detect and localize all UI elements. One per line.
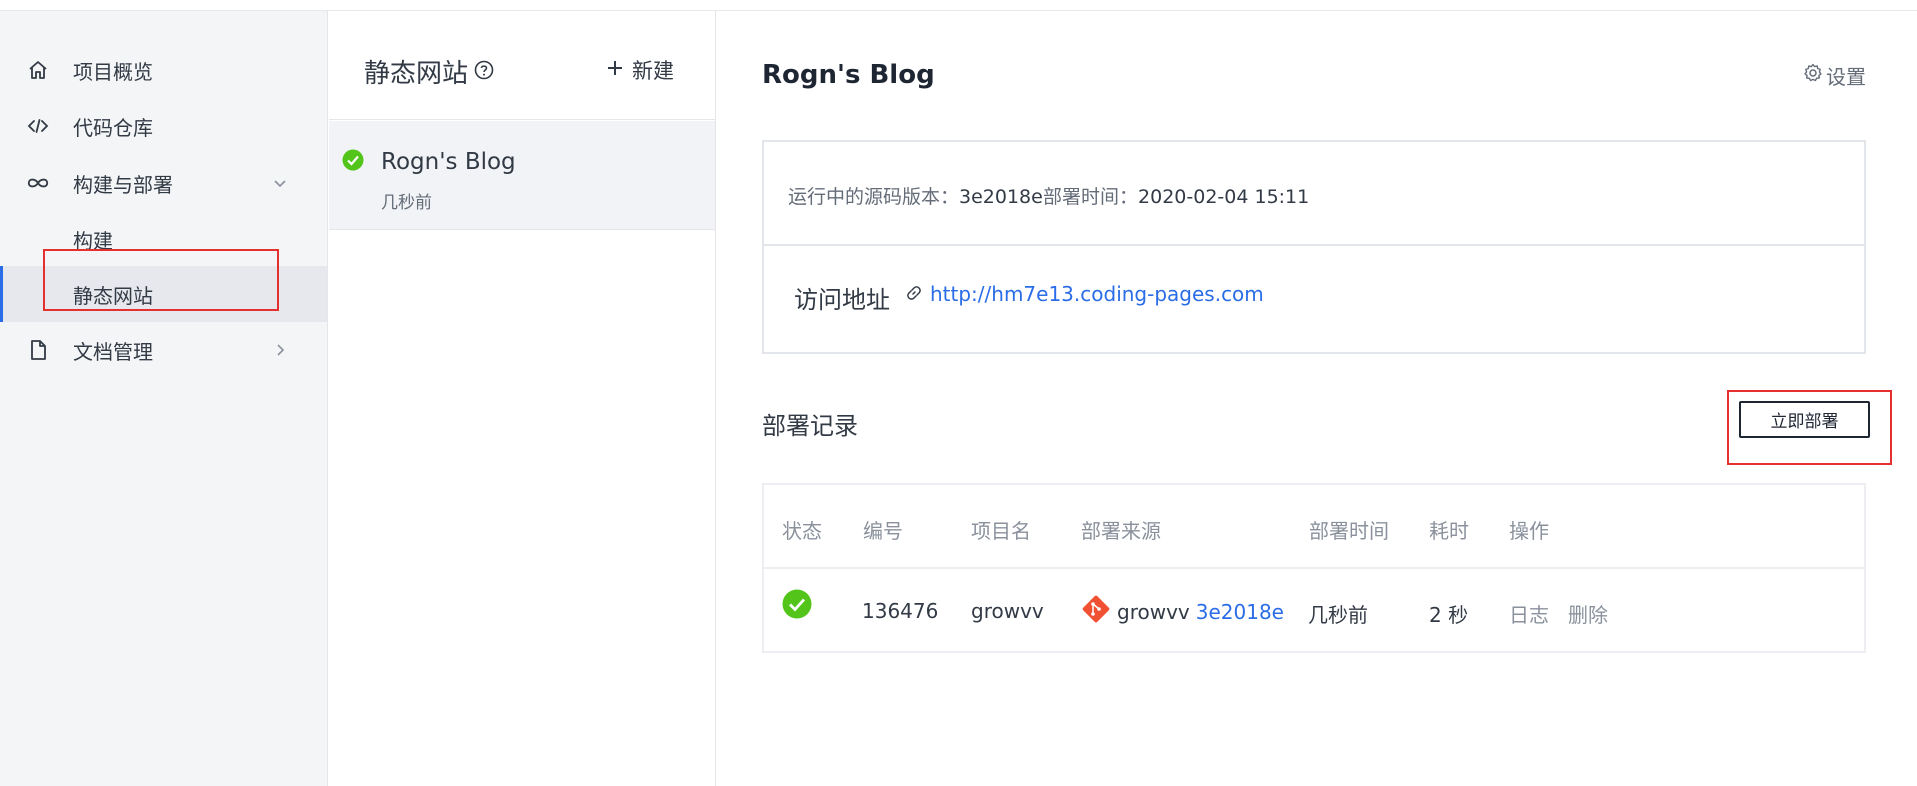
deploy-source: growvv 3e2018e	[1081, 594, 1284, 629]
site-time: 几秒前	[381, 193, 432, 213]
link-icon	[906, 282, 922, 306]
sidebar-item-build-deploy[interactable]: 构建与部署	[0, 155, 327, 211]
deploy-id: 136476	[862, 599, 939, 623]
infinity-icon	[26, 171, 50, 195]
column-header: 操作	[1509, 519, 1549, 543]
new-site-button[interactable]: 新建	[606, 55, 674, 85]
code-icon	[26, 114, 50, 138]
site-list-panel: 静态网站 新建 Rogn's Blog 几秒前	[329, 11, 716, 786]
column-header: 状态	[782, 519, 822, 543]
column-header: 耗时	[1429, 519, 1469, 543]
top-bar	[0, 0, 1917, 11]
delete-link[interactable]: 删除	[1568, 599, 1608, 628]
commit-link[interactable]: 3e2018e	[1196, 600, 1284, 624]
home-icon	[26, 58, 50, 82]
chevron-right-icon	[271, 341, 289, 359]
sidebar-item-overview[interactable]: 项目概览	[0, 42, 327, 98]
deploy-duration: 2 秒	[1429, 603, 1469, 627]
document-icon	[26, 338, 50, 362]
version-info: 运行中的源码版本：3e2018e	[788, 186, 1043, 208]
version-value: 3e2018e	[959, 186, 1043, 208]
site-list-header: 静态网站 新建	[329, 11, 715, 120]
sidebar-item-label: 项目概览	[73, 59, 153, 84]
highlight-box-static-site	[43, 249, 279, 311]
sidebar-item-code-repo[interactable]: 代码仓库	[0, 98, 327, 154]
git-icon	[1081, 594, 1111, 629]
highlight-box-deploy	[1727, 390, 1892, 465]
column-header: 编号	[863, 519, 903, 543]
status-success-icon	[782, 589, 812, 624]
site-url-link[interactable]: http://hm7e13.coding-pages.com	[906, 282, 1264, 306]
deploy-records-table: 状态 编号 项目名 部署来源 部署时间 耗时 操作 136476 growvv …	[762, 483, 1866, 653]
sidebar-item-docs[interactable]: 文档管理	[0, 322, 327, 378]
site-list-title: 静态网站	[364, 53, 494, 90]
sidebar-item-label: 文档管理	[73, 339, 153, 364]
column-header: 项目名	[971, 519, 1031, 543]
table-header: 状态 编号 项目名 部署来源 部署时间 耗时 操作	[764, 485, 1864, 569]
deploy-time-value: 2020-02-04 15:11	[1138, 186, 1310, 208]
deploy-time-info: 部署时间：2020-02-04 15:11	[1043, 186, 1310, 208]
address-label: 访问地址	[794, 286, 890, 314]
column-header: 部署来源	[1081, 519, 1161, 543]
version-row: 运行中的源码版本：3e2018e 部署时间：2020-02-04 15:11	[764, 142, 1864, 246]
settings-button[interactable]: 设置	[1803, 61, 1866, 90]
site-info-card: 运行中的源码版本：3e2018e 部署时间：2020-02-04 15:11 访…	[762, 140, 1866, 354]
page-title: Rogn's Blog	[762, 60, 935, 90]
plus-icon	[606, 58, 624, 82]
chevron-down-icon	[271, 174, 289, 192]
deploy-records-title: 部署记录	[762, 412, 858, 440]
success-check-icon	[342, 149, 364, 175]
site-name: Rogn's Blog	[381, 149, 516, 175]
log-link[interactable]: 日志	[1509, 599, 1549, 628]
sidebar-item-label: 构建与部署	[73, 172, 173, 197]
gear-icon	[1803, 63, 1823, 88]
column-header: 部署时间	[1309, 519, 1389, 543]
deploy-project: growvv	[971, 599, 1044, 623]
sidebar: 项目概览 代码仓库 构建与部署 构建 静态网站 文档管理	[0, 11, 328, 786]
help-icon[interactable]	[474, 57, 494, 87]
sidebar-item-label: 代码仓库	[73, 115, 153, 140]
deploy-time: 几秒前	[1308, 603, 1368, 627]
site-list-item[interactable]: Rogn's Blog 几秒前	[329, 121, 715, 230]
